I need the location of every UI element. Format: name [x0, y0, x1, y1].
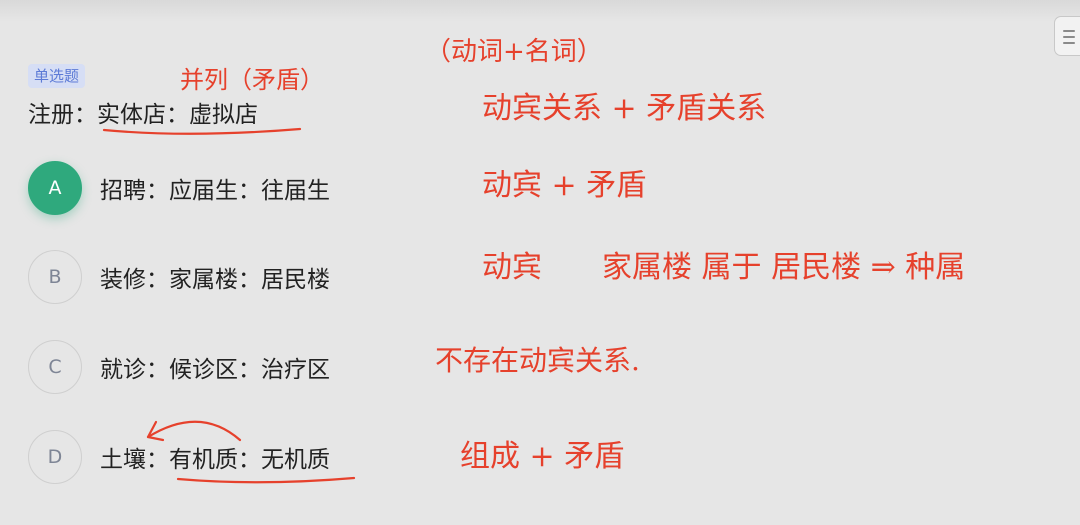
menu-line-icon — [1063, 30, 1075, 32]
option-d-note: 组成 + 矛盾 — [460, 439, 624, 474]
header-note: （动词+名词） — [425, 37, 603, 67]
stem-note: 动宾关系 + 矛盾关系 — [482, 91, 766, 126]
stem-relation-note: 并列（矛盾） — [180, 66, 324, 94]
option-b-letter-circle[interactable]: B — [28, 250, 82, 304]
option-c-note: 不存在动宾关系. — [435, 344, 640, 377]
option-b[interactable]: B 装修：家属楼：居民楼 — [28, 249, 330, 305]
option-c-letter-circle[interactable]: C — [28, 340, 82, 394]
option-a-text[interactable]: 招聘：应届生：往届生 — [100, 171, 330, 205]
menu-line-icon — [1063, 36, 1075, 38]
option-d-letter-circle[interactable]: D — [28, 430, 82, 484]
menu-handle-button[interactable] — [1054, 16, 1080, 56]
question-type-badge: 单选题 — [28, 64, 86, 88]
question-stem: 注册：实体店：虚拟店 — [28, 102, 258, 128]
option-c-text[interactable]: 就诊：候诊区：治疗区 — [100, 350, 330, 384]
option-a[interactable]: A 招聘：应届生：往届生 — [28, 160, 330, 216]
option-d[interactable]: D 土壤：有机质：无机质 — [28, 429, 330, 485]
option-a-note: 动宾 + 矛盾 — [482, 168, 646, 203]
option-b-text[interactable]: 装修：家属楼：居民楼 — [100, 260, 330, 294]
option-c[interactable]: C 就诊：候诊区：治疗区 — [28, 339, 330, 395]
top-shadow — [0, 0, 1080, 22]
option-d-text[interactable]: 土壤：有机质：无机质 — [100, 440, 330, 474]
option-a-letter-circle[interactable]: A — [28, 161, 82, 215]
question-page: 单选题 注册：实体店：虚拟店 A 招聘：应届生：往届生 B 装修：家属楼：居民楼… — [0, 0, 1080, 525]
menu-line-icon — [1063, 42, 1075, 44]
option-b-note: 动宾 家属楼 属于 居民楼 ⇒ 种属 — [482, 250, 965, 285]
